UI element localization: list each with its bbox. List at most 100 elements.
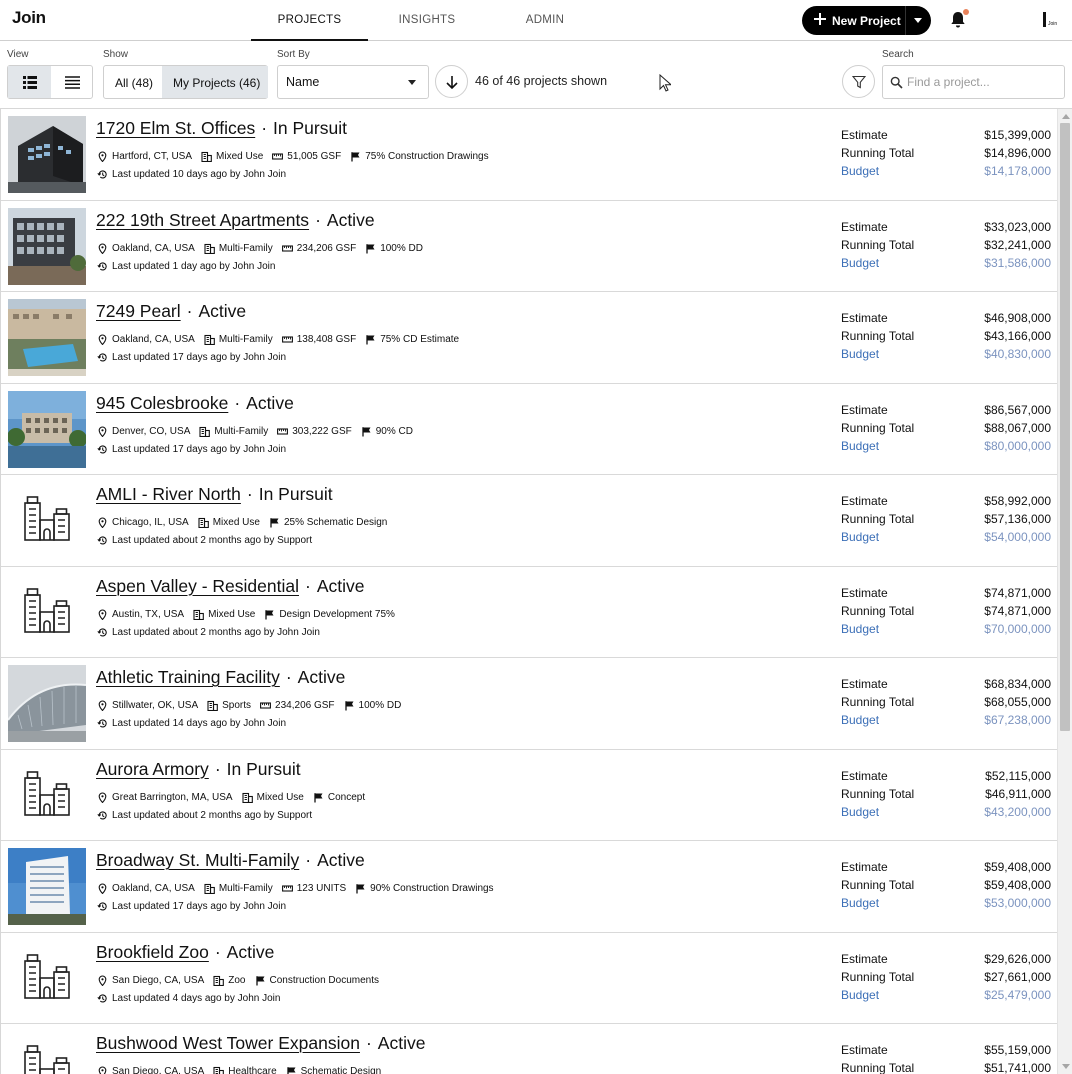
project-location-text: Stillwater, OK, USA <box>112 700 199 711</box>
project-name-link[interactable]: Aurora Armory <box>96 759 209 779</box>
plus-icon <box>814 13 826 25</box>
estimate-label: Estimate <box>841 677 888 691</box>
project-thumbnail[interactable] <box>8 207 86 285</box>
budget-label[interactable]: Budget <box>841 530 879 544</box>
project-size-text: 51,005 GSF <box>287 151 342 162</box>
button-divider <box>905 6 906 35</box>
running-total-value: $88,067,000 <box>984 420 1051 435</box>
sort-by-select[interactable]: Name <box>277 65 429 99</box>
project-milestone: 75% Construction Drawings <box>350 151 489 162</box>
scroll-up-icon[interactable] <box>1062 114 1070 119</box>
vertical-scrollbar[interactable] <box>1057 109 1072 1074</box>
list-view-button[interactable] <box>51 66 94 98</box>
new-project-dropdown-caret-icon[interactable] <box>914 18 922 23</box>
project-image <box>8 573 86 651</box>
running-total-value: $46,911,000 <box>985 786 1051 801</box>
project-location-text: Denver, CO, USA <box>112 425 191 437</box>
project-row[interactable]: Athletic Training Facility · Active Stillw… <box>1 658 1057 750</box>
tab-insights[interactable]: INSIGHTS <box>372 0 482 41</box>
project-thumbnail[interactable] <box>8 573 86 651</box>
project-updated: Last updated about 2 months ago by John … <box>97 627 320 638</box>
scroll-down-icon[interactable] <box>1062 1064 1070 1069</box>
project-row[interactable]: 7249 Pearl · Active Oakland, CA, USA Multi-… <box>1 292 1057 384</box>
project-thumbnail[interactable] <box>8 482 86 559</box>
tab-projects[interactable]: PROJECTS <box>251 0 368 41</box>
show-all-button[interactable]: All (48) <box>104 66 162 98</box>
budget-label[interactable]: Budget <box>841 347 879 361</box>
new-project-button[interactable]: New Project <box>802 6 931 35</box>
budget-label[interactable]: Budget <box>841 988 879 1002</box>
tab-admin[interactable]: ADMIN <box>490 0 600 41</box>
scrollbar-thumb[interactable] <box>1060 123 1070 731</box>
history-icon <box>97 719 107 728</box>
project-row[interactable]: 1720 Elm St. Offices · In Pursuit Hartford… <box>1 109 1057 201</box>
project-thumbnail[interactable] <box>8 1031 86 1074</box>
project-location-text: Oakland, CA, USA <box>112 334 195 345</box>
project-name-link[interactable]: AMLI - River North <box>96 484 241 504</box>
budget-label[interactable]: Budget <box>841 805 879 819</box>
project-row[interactable]: 222 19th Street Apartments · Active Oaklan… <box>1 201 1057 292</box>
card-view-button[interactable] <box>8 66 51 98</box>
budget-label[interactable]: Budget <box>841 622 879 636</box>
project-row[interactable]: Brookfield Zoo · Active San Diego, CA, USA… <box>1 933 1057 1024</box>
project-name-link[interactable]: 222 19th Street Apartments <box>96 210 309 230</box>
project-thumbnail[interactable] <box>8 299 86 376</box>
flag-icon <box>265 609 274 619</box>
sort-direction-button[interactable] <box>435 65 468 98</box>
project-thumbnail[interactable] <box>8 116 86 193</box>
project-name-link[interactable]: Athletic Training Facility <box>96 667 280 687</box>
project-row[interactable]: Aspen Valley - Residential · Active Austin… <box>1 567 1057 658</box>
project-updated-text: Last updated 14 days ago by John Join <box>112 718 287 729</box>
project-row[interactable]: 945 Colesbrooke · Active Denver, CO, USA Mu… <box>1 384 1057 475</box>
project-row[interactable]: Aurora Armory · In Pursuit Great Barringto… <box>1 750 1057 841</box>
project-name-link[interactable]: Bushwood West Tower Expansion <box>96 1033 360 1053</box>
budget-value: $14,178,000 <box>984 164 1051 178</box>
budget-label[interactable]: Budget <box>841 439 879 453</box>
project-row[interactable]: AMLI - River North · In Pursuit Chicago, I… <box>1 475 1057 567</box>
project-row[interactable]: Broadway St. Multi-Family · Active Oakland… <box>1 841 1057 933</box>
user-avatar[interactable]: Join <box>1040 11 1062 29</box>
project-status: Active <box>377 1033 426 1053</box>
project-location: Oakland, CA, USA <box>97 334 195 345</box>
filter-button[interactable] <box>842 65 875 98</box>
project-name-link[interactable]: 1720 Elm St. Offices <box>96 118 255 138</box>
project-name-link[interactable]: 7249 Pearl <box>96 301 181 321</box>
project-status: Active <box>316 575 365 596</box>
project-milestone-text: 90% Construction Drawings <box>370 883 494 894</box>
app-logo[interactable]: Join <box>12 8 46 28</box>
project-name-link[interactable]: Broadway St. Multi-Family <box>96 850 299 870</box>
budget-label[interactable]: Budget <box>841 164 879 178</box>
location-pin-icon <box>98 700 107 711</box>
budget-label[interactable]: Budget <box>841 896 879 910</box>
project-title: Brookfield Zoo · Active <box>96 942 274 963</box>
project-thumbnail[interactable] <box>8 848 86 925</box>
project-title: AMLI - River North · In Pursuit <box>96 484 333 505</box>
project-milestone: 100% DD <box>344 700 401 711</box>
running-total-value: $68,055,000 <box>984 695 1051 709</box>
project-image <box>8 482 86 559</box>
project-row[interactable]: Bushwood West Tower Expansion · Active San… <box>1 1024 1057 1074</box>
project-type-text: Multi-Family <box>218 883 273 894</box>
history-icon <box>97 627 107 636</box>
budget-label[interactable]: Budget <box>841 713 879 727</box>
project-name-link[interactable]: 945 Colesbrooke <box>96 393 228 413</box>
show-my-projects-label: My Projects (46) <box>173 76 261 90</box>
project-thumbnail[interactable] <box>8 756 86 834</box>
project-thumbnail[interactable] <box>8 390 86 468</box>
running-total-label: Running Total <box>841 695 915 709</box>
project-thumbnail[interactable] <box>8 939 86 1017</box>
project-location-text: Oakland, CA, USA <box>112 242 195 254</box>
project-thumbnail[interactable] <box>8 665 86 742</box>
project-size: 234,206 GSF <box>281 243 356 254</box>
running-total-label: Running Total <box>841 786 915 801</box>
flag-icon <box>286 1067 296 1074</box>
show-my-projects-button[interactable]: My Projects (46) <box>162 66 268 98</box>
project-type: Mixed Use <box>193 609 255 620</box>
new-project-label: New Project <box>832 14 901 28</box>
project-name-link[interactable]: Brookfield Zoo <box>96 942 209 962</box>
budget-label[interactable]: Budget <box>841 256 879 270</box>
project-name-link[interactable]: Aspen Valley - Residential <box>96 576 299 596</box>
search-input[interactable]: Find a project... <box>882 65 1065 99</box>
estimate-value: $33,023,000 <box>984 219 1051 234</box>
project-image <box>8 756 86 834</box>
